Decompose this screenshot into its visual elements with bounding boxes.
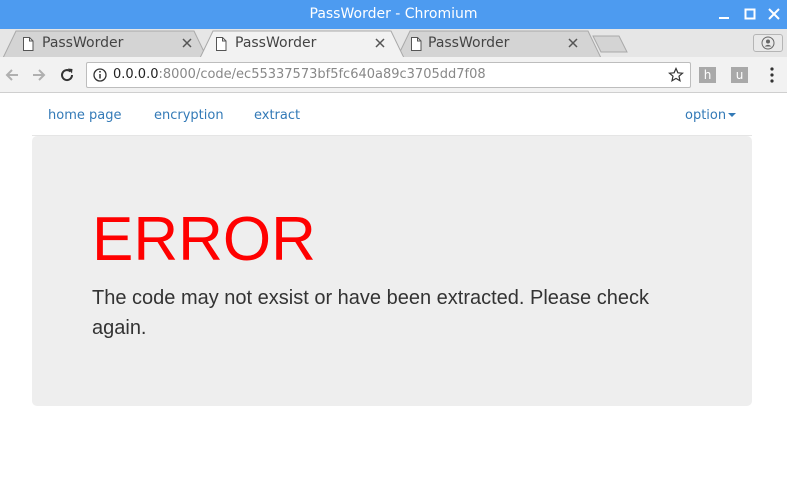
- close-icon[interactable]: [375, 38, 385, 48]
- window-title: PassWorder - Chromium: [309, 6, 478, 22]
- minimize-icon: [719, 17, 729, 19]
- profile-icon: [761, 36, 775, 50]
- nav-extract-link[interactable]: extract: [254, 108, 300, 123]
- nav-option-dropdown[interactable]: option: [685, 108, 737, 123]
- tab-strip: PassWorder PassWorder PassWorder: [0, 29, 787, 58]
- back-icon[interactable]: [3, 66, 21, 84]
- nav-encryption-link[interactable]: encryption: [154, 108, 224, 123]
- document-icon: [23, 37, 34, 51]
- error-message: The code may not exsist or have been ext…: [92, 287, 649, 339]
- error-heading: ERROR: [92, 205, 316, 274]
- url-text: 0.0.0.0:8000/code/ec55337573bf5fc640a89c…: [113, 67, 486, 82]
- url-path: :8000/code/ec55337573bf5fc640a89c3705dd7…: [158, 67, 486, 82]
- site-navbar: home page encryption extract option: [32, 94, 752, 136]
- close-icon[interactable]: [568, 38, 578, 48]
- url-host: 0.0.0.0: [113, 67, 159, 82]
- nav-home-page-link[interactable]: home page: [48, 108, 121, 123]
- close-window-button[interactable]: [764, 3, 784, 25]
- error-panel: ERROR The code may not exsist or have be…: [32, 136, 752, 406]
- caret-down-icon: [728, 112, 737, 117]
- tab-passworder-1[interactable]: PassWorder: [2, 30, 208, 58]
- tab-passworder-3[interactable]: PassWorder: [396, 30, 602, 58]
- browser-toolbar: 0.0.0.0:8000/code/ec55337573bf5fc640a89c…: [0, 57, 787, 93]
- star-icon[interactable]: [668, 67, 684, 83]
- tab-label: PassWorder: [235, 35, 317, 51]
- window-titlebar: PassWorder - Chromium: [0, 0, 787, 29]
- extension-h-button[interactable]: h: [699, 67, 716, 83]
- forward-icon[interactable]: [30, 66, 48, 84]
- tab-passworder-active[interactable]: PassWorder: [199, 30, 405, 58]
- info-icon[interactable]: [93, 68, 107, 82]
- minimize-button[interactable]: [714, 3, 734, 25]
- document-icon: [411, 37, 422, 51]
- reload-icon[interactable]: [58, 66, 76, 84]
- option-label: option: [685, 108, 727, 123]
- profile-button[interactable]: [753, 34, 783, 52]
- menu-icon[interactable]: [768, 66, 776, 84]
- close-icon[interactable]: [182, 38, 192, 48]
- document-icon: [216, 37, 227, 51]
- tab-label: PassWorder: [42, 35, 124, 51]
- maximize-button[interactable]: [740, 3, 760, 25]
- address-bar[interactable]: 0.0.0.0:8000/code/ec55337573bf5fc640a89c…: [86, 62, 691, 88]
- close-icon: [768, 8, 780, 20]
- tab-label: PassWorder: [428, 35, 510, 51]
- new-tab-button[interactable]: [592, 35, 628, 53]
- maximize-icon: [744, 8, 756, 20]
- extension-u-button[interactable]: u: [731, 67, 748, 83]
